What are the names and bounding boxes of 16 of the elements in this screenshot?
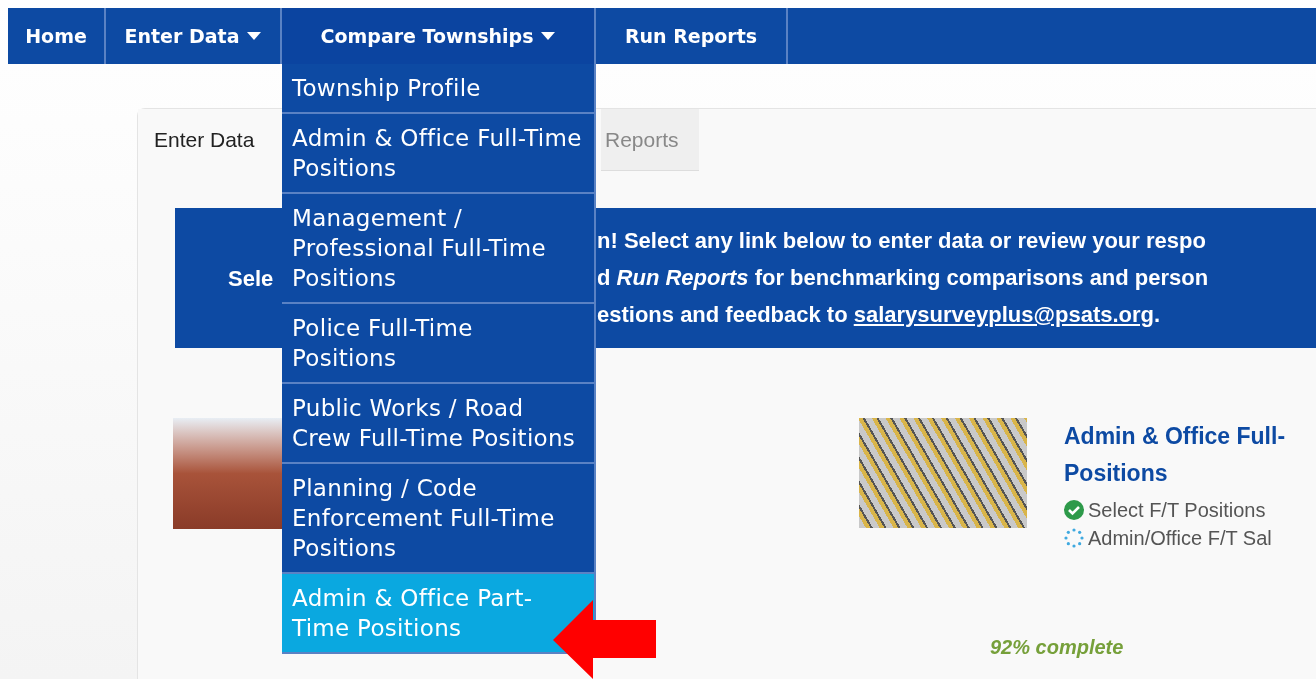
nav-item[interactable]: Compare Townships	[282, 8, 596, 64]
banner-text: n! Select any link below to enter data or review your respo	[597, 227, 1207, 255]
nav-item[interactable]: Run Reports	[596, 8, 788, 64]
check-circle-icon	[1064, 500, 1084, 520]
card-title[interactable]: Admin & Office Full-	[1064, 418, 1286, 455]
banner-text: Sele	[228, 264, 274, 293]
step-label: Admin/Office F/T Sal	[1088, 526, 1272, 551]
nav-item[interactable]: Home	[8, 8, 106, 64]
banner-text: d Run Reports for benchmarking comparisons and person	[597, 264, 1209, 292]
email-link[interactable]: salarysurveyplus@psats.org	[853, 301, 1154, 329]
banner-text: estions and feedback to	[597, 301, 849, 329]
step-label: Select F/T Positions	[1088, 498, 1266, 523]
progress-text: 92% complete	[990, 635, 1124, 660]
card-title[interactable]: Positions	[1064, 455, 1286, 492]
spinner-icon	[1064, 528, 1084, 548]
banner-text: .	[1154, 301, 1161, 329]
